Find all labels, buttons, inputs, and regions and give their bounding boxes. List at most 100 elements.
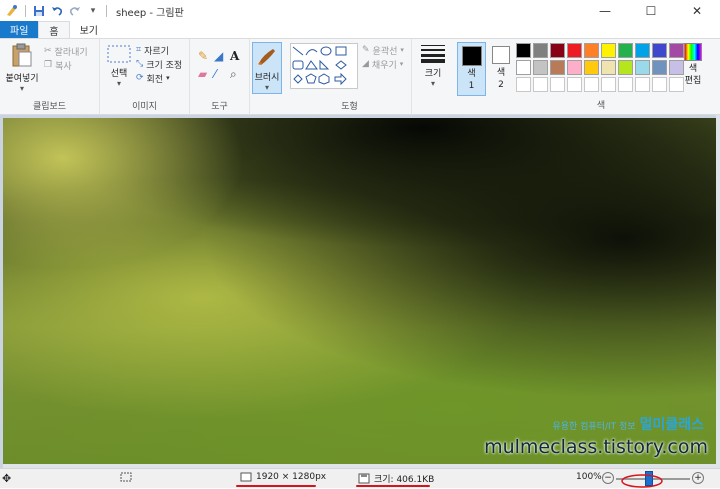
custom-color-slot[interactable]: [652, 77, 667, 92]
color2-button[interactable]: 색 2: [488, 42, 514, 96]
palette-swatch[interactable]: [618, 60, 633, 75]
color1-swatch: [461, 46, 482, 66]
ribbon-tabs: 파일 홈 보기: [0, 21, 720, 39]
copy-icon: ❐: [44, 60, 53, 70]
tab-home[interactable]: 홈: [38, 21, 70, 38]
customize-quick-access-button[interactable]: ▾: [85, 3, 101, 19]
tab-view[interactable]: 보기: [70, 21, 108, 38]
palette-swatch[interactable]: [533, 60, 548, 75]
color-palette: [516, 43, 685, 93]
custom-color-slot[interactable]: [516, 77, 531, 92]
fill-dropdown[interactable]: ◢ 채우기 ▾: [362, 57, 404, 71]
shapes-group: ✎ 윤곽선 ▾ ◢ 채우기 ▾ 도형: [288, 39, 412, 115]
custom-color-slot[interactable]: [533, 77, 548, 92]
select-rectangle-icon: [107, 45, 131, 63]
watermark-brand: 유용한 컴퓨터/IT 정보 멀미클래스: [552, 417, 704, 433]
image-dimensions: 1920 × 1280px: [240, 472, 326, 482]
select-button[interactable]: 선택 ▾: [104, 45, 134, 88]
palette-swatch[interactable]: [584, 43, 599, 58]
outline-dropdown[interactable]: ✎ 윤곽선 ▾: [362, 43, 404, 57]
palette-swatch[interactable]: [533, 43, 548, 58]
brushes-button[interactable]: 브러시 ▾: [252, 42, 282, 94]
crop-icon: ⌗: [136, 45, 142, 55]
undo-icon[interactable]: [49, 3, 65, 19]
resize-icon: ⤡: [136, 59, 144, 69]
title-bar: ▾ sheep - 그림판 — ☐ ✕: [0, 0, 720, 22]
custom-color-slot[interactable]: [635, 77, 650, 92]
annotation-circle: [621, 474, 663, 488]
watermark-url: mulmeclass.tistory.com: [484, 436, 708, 458]
custom-color-slot[interactable]: [567, 77, 582, 92]
palette-swatch[interactable]: [550, 60, 565, 75]
annotation-underline-filesize: [356, 485, 430, 487]
edit-colors-button[interactable]: 색 편집: [682, 43, 704, 87]
palette-swatch[interactable]: [652, 43, 667, 58]
colors-group-label: 색: [596, 101, 606, 111]
zoom-in-button[interactable]: +: [692, 472, 704, 484]
shapes-gallery[interactable]: [290, 43, 358, 89]
paste-button[interactable]: 붙여넣기 ▾: [4, 42, 40, 93]
rotate-button[interactable]: ⟳ 회전 ▾: [136, 71, 182, 85]
paint-app-icon[interactable]: [4, 3, 20, 19]
close-button[interactable]: ✕: [674, 0, 720, 22]
palette-swatch[interactable]: [601, 43, 616, 58]
palette-swatch[interactable]: [567, 43, 582, 58]
maximize-button[interactable]: ☐: [628, 0, 674, 22]
palette-swatch[interactable]: [567, 60, 582, 75]
palette-swatch[interactable]: [618, 43, 633, 58]
custom-color-slot[interactable]: [584, 77, 599, 92]
rotate-icon: ⟳: [136, 73, 144, 83]
clipboard-group: 붙여넣기 ▾ ✂ 잘라내기 ❐ 복사 클립보드: [0, 39, 100, 115]
magnifier-icon[interactable]: ⌕: [230, 67, 246, 85]
line-size-icon: [421, 45, 445, 63]
palette-swatch[interactable]: [516, 60, 531, 75]
image-group-label: 이미지: [132, 102, 157, 112]
crop-button[interactable]: ⌗ 자르기: [136, 43, 182, 57]
palette-swatch[interactable]: [516, 43, 531, 58]
clipboard-group-label: 클립보드: [32, 102, 67, 112]
tab-file[interactable]: 파일: [0, 21, 39, 38]
palette-swatch[interactable]: [652, 60, 667, 75]
window-title: sheep - 그림판: [116, 7, 184, 19]
scissors-icon: ✂: [44, 46, 52, 56]
selection-size-icon: [120, 472, 132, 482]
copy-button[interactable]: ❐ 복사: [44, 58, 88, 72]
window-controls: — ☐ ✕: [582, 0, 720, 22]
minimize-button[interactable]: —: [582, 0, 628, 22]
palette-swatch[interactable]: [601, 60, 616, 75]
color-wheel-icon: [684, 43, 702, 61]
custom-color-slot[interactable]: [601, 77, 616, 92]
size-button[interactable]: 크기 ▾: [418, 43, 448, 88]
image-group: 선택 ▾ ⌗ 자르기 ⤡ 크기 조정 ⟳ 회전 ▾ 이미지: [100, 39, 190, 115]
save-icon[interactable]: [31, 3, 47, 19]
text-icon[interactable]: A: [230, 49, 246, 67]
color1-button[interactable]: 색 1: [457, 42, 486, 96]
status-bar: ✥ 1920 × 1280px 크기: 406.1KB 100% − +: [0, 468, 720, 488]
palette-swatch[interactable]: [550, 43, 565, 58]
workspace: 유용한 컴퓨터/IT 정보 멀미클래스 mulmeclass.tistory.co…: [0, 115, 720, 468]
palette-swatch[interactable]: [584, 60, 599, 75]
cursor-position-icon: ✥: [2, 472, 12, 485]
custom-color-slot[interactable]: [550, 77, 565, 92]
shapes-group-label: 도형: [341, 102, 358, 112]
annotation-underline-dimensions: [236, 485, 316, 487]
custom-color-slot[interactable]: [618, 77, 633, 92]
brush-icon: [258, 49, 275, 65]
redo-icon[interactable]: [67, 3, 83, 19]
eraser-icon[interactable]: ▰: [198, 67, 214, 85]
color-picker-icon[interactable]: ⁄: [214, 67, 230, 85]
ribbon: 붙여넣기 ▾ ✂ 잘라내기 ❐ 복사 클립보드 선택 ▾ ⌗ 자르기 ⤡ 크기 조정 ⟳…: [0, 39, 720, 115]
resize-button[interactable]: ⤡ 크기 조정: [136, 57, 182, 71]
image-canvas[interactable]: 유용한 컴퓨터/IT 정보 멀미클래스 mulmeclass.tistory.co…: [3, 118, 716, 466]
palette-swatch[interactable]: [635, 60, 650, 75]
cut-button[interactable]: ✂ 잘라내기: [44, 44, 88, 58]
pencil-icon[interactable]: ✎: [198, 49, 214, 67]
vertical-scrollbar[interactable]: [716, 115, 720, 468]
palette-swatch[interactable]: [635, 43, 650, 58]
color2-swatch: [492, 46, 510, 64]
quick-access-toolbar: ▾ sheep - 그림판: [0, 0, 184, 22]
fill-bucket-icon[interactable]: ◢: [214, 49, 230, 67]
zoom-out-button[interactable]: −: [602, 472, 614, 484]
outline-icon: ✎: [362, 45, 370, 55]
file-size: 크기: 406.1KB: [358, 472, 434, 485]
